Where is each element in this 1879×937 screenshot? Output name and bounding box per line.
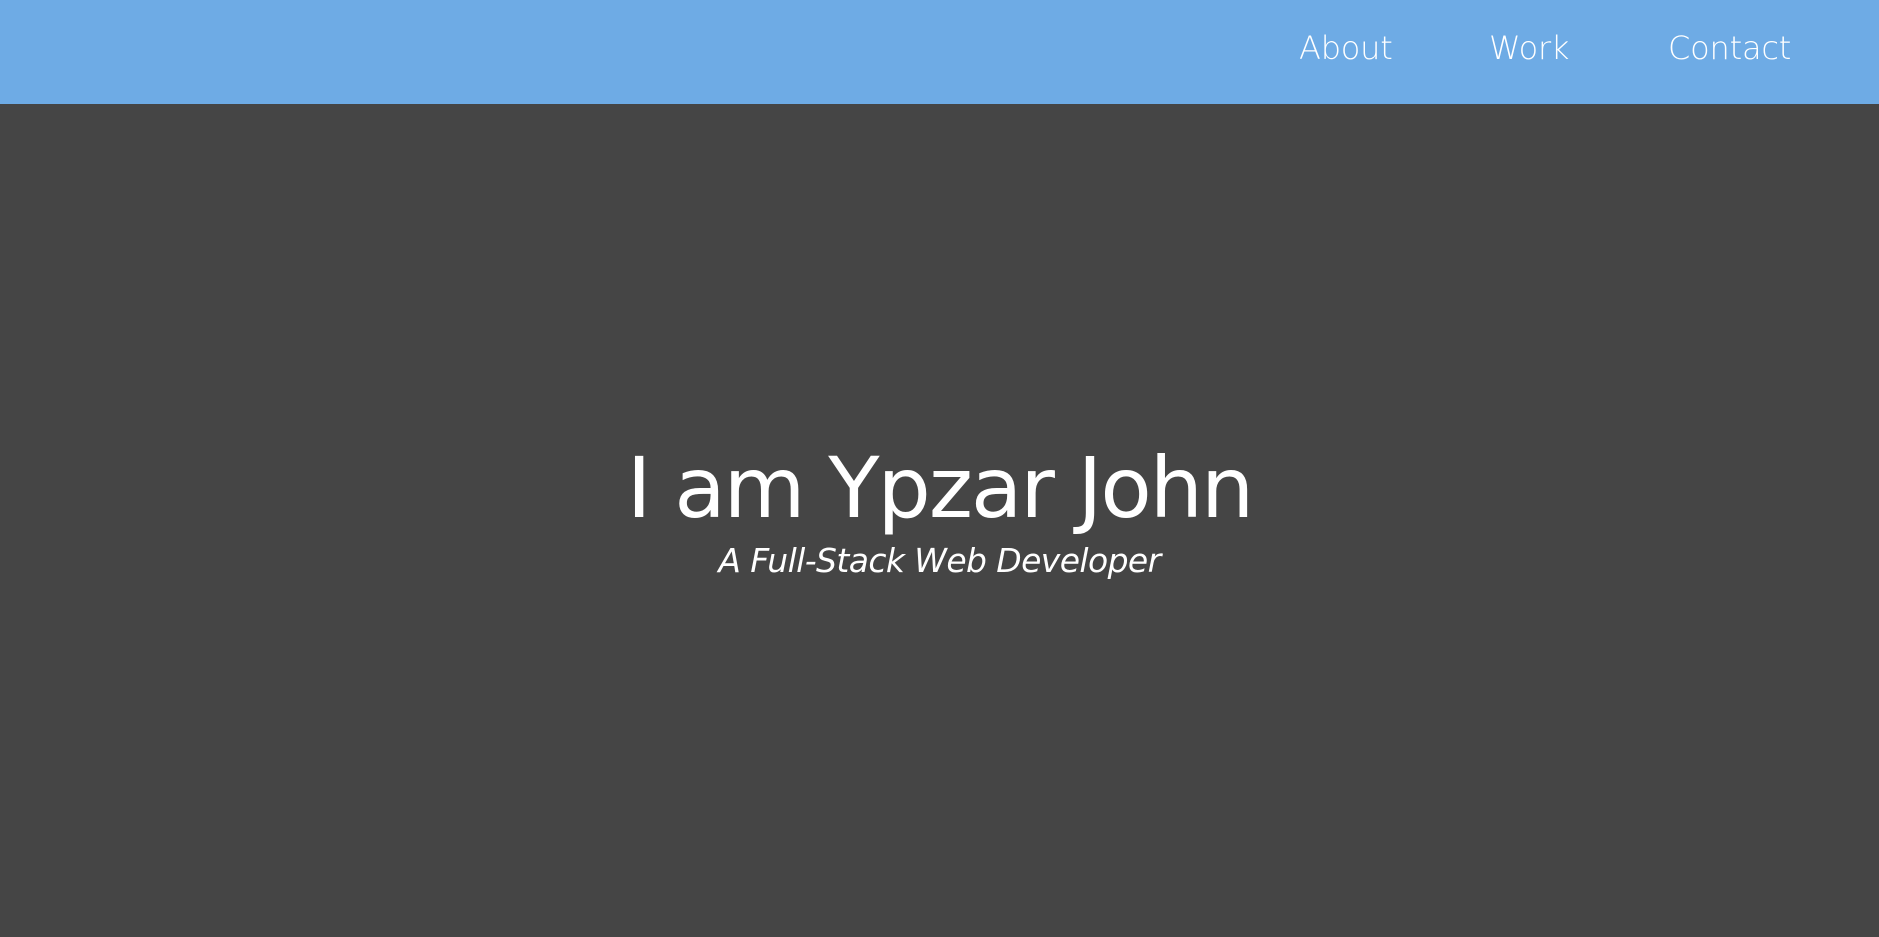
hero-section: I am Ypzar John A Full-Stack Web Develop… bbox=[0, 104, 1879, 937]
top-navbar: About Work Contact bbox=[0, 0, 1879, 104]
hero-title: I am Ypzar John bbox=[626, 439, 1255, 538]
hero-subtitle: A Full-Stack Web Developer bbox=[718, 541, 1161, 580]
nav-link-work[interactable]: Work bbox=[1489, 28, 1569, 68]
nav-link-about[interactable]: About bbox=[1299, 28, 1393, 68]
nav-link-contact[interactable]: Contact bbox=[1668, 28, 1791, 68]
